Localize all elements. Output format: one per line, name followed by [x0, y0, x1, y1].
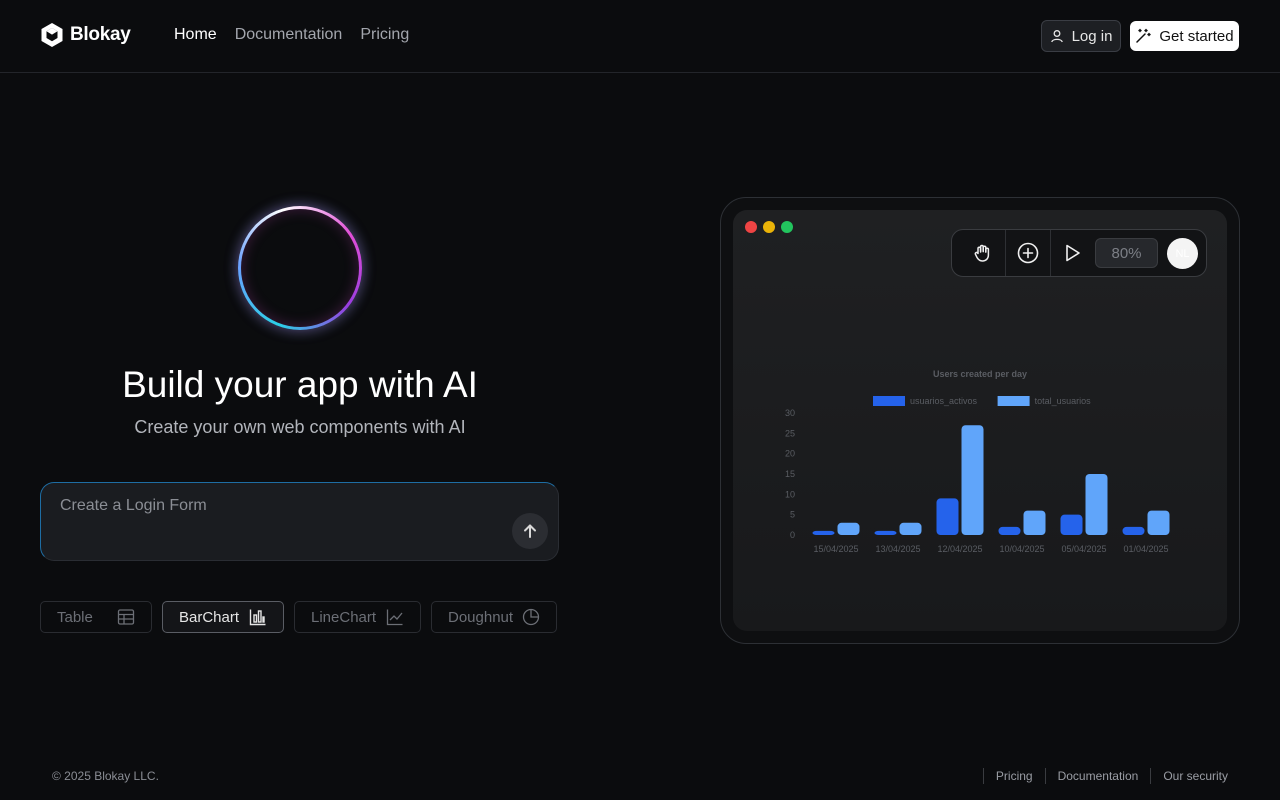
brand-logo[interactable]: Blokay	[40, 22, 131, 48]
y-tick-label: 15	[785, 469, 795, 479]
brand-name: Blokay	[70, 24, 131, 45]
bar-usuarios_activos	[874, 530, 897, 535]
nav-pricing[interactable]: Pricing	[360, 26, 409, 44]
send-button[interactable]	[512, 513, 548, 549]
doughnut-icon	[522, 608, 540, 626]
cube-logo-icon	[41, 23, 63, 47]
legend-swatch	[873, 396, 905, 406]
legend-label: usuarios_activos	[910, 396, 978, 406]
chip-label: Table	[57, 608, 93, 626]
bar-chart-icon	[249, 608, 267, 626]
footer-copyright: © 2025 Blokay LLC.	[52, 769, 159, 783]
bar-total_usuarios	[899, 522, 922, 535]
footer-link-documentation[interactable]: Documentation	[1044, 768, 1138, 784]
chip-label: Doughnut	[448, 608, 514, 626]
x-tick-label: 05/04/2025	[1061, 544, 1106, 554]
bar-total_usuarios	[837, 522, 860, 535]
ai-orb	[238, 206, 362, 330]
x-tick-label: 10/04/2025	[999, 544, 1044, 554]
bar-total_usuarios	[961, 425, 984, 535]
y-tick-label: 0	[790, 530, 795, 540]
chip-linechart[interactable]: LineChart	[294, 601, 421, 633]
y-tick-label: 30	[785, 408, 795, 418]
y-tick-label: 20	[785, 449, 795, 459]
bar-usuarios_activos	[936, 498, 959, 535]
chip-barchart[interactable]: BarChart	[162, 601, 284, 633]
preview-canvas: 80% NL Users created per day usuarios_act…	[733, 210, 1227, 631]
chip-label: LineChart	[311, 608, 377, 626]
get-started-button[interactable]: Get started	[1130, 21, 1239, 51]
component-chips: Table BarChart LineChart Doughnut	[40, 601, 557, 633]
legend-swatch	[997, 396, 1030, 406]
bar-total_usuarios	[1085, 474, 1108, 535]
footer-link-pricing[interactable]: Pricing	[982, 768, 1033, 784]
top-header: Blokay Home Documentation Pricing Log in…	[0, 0, 1280, 73]
bar-usuarios_activos	[1060, 514, 1083, 535]
chip-table[interactable]: Table	[40, 601, 152, 633]
bar-total_usuarios	[1023, 510, 1046, 535]
prompt-input[interactable]	[60, 497, 500, 515]
preview-frame: 80% NL Users created per day usuarios_act…	[720, 197, 1240, 644]
footer-link-security[interactable]: Our security	[1150, 768, 1228, 784]
hero-subtitle: Create your own web components with AI	[134, 417, 466, 437]
y-tick-label: 10	[785, 489, 795, 499]
bar-usuarios_activos	[1122, 526, 1145, 535]
x-tick-label: 01/04/2025	[1123, 544, 1168, 554]
main-nav: Home Documentation Pricing	[174, 26, 409, 44]
login-button[interactable]: Log in	[1041, 20, 1121, 52]
y-tick-label: 5	[790, 510, 795, 520]
hero-title: Build your app with AI	[122, 364, 478, 405]
legend-label: total_usuarios	[1035, 396, 1092, 406]
nav-documentation[interactable]: Documentation	[235, 26, 343, 44]
bar-usuarios_activos	[812, 530, 835, 535]
user-icon	[1050, 30, 1063, 43]
nav-home[interactable]: Home	[174, 26, 217, 44]
get-started-label: Get started	[1159, 27, 1234, 45]
table-icon	[117, 608, 135, 626]
login-label: Log in	[1071, 27, 1113, 45]
bar-total_usuarios	[1147, 510, 1170, 535]
line-chart-icon	[386, 608, 404, 626]
bar-chart: Users created per day usuarios_activos tot…	[785, 369, 1170, 554]
prompt-container	[40, 482, 559, 561]
footer-links: Pricing Documentation Our security	[971, 768, 1228, 784]
chip-label: BarChart	[179, 608, 240, 626]
arrow-up-icon	[524, 524, 536, 538]
bar-usuarios_activos	[998, 526, 1021, 535]
y-tick-label: 25	[785, 428, 795, 438]
magic-wand-icon	[1136, 28, 1152, 43]
chart-title: Users created per day	[933, 369, 1027, 379]
x-tick-label: 15/04/2025	[813, 544, 858, 554]
x-tick-label: 13/04/2025	[875, 544, 920, 554]
chip-doughnut[interactable]: Doughnut	[431, 601, 557, 633]
x-tick-label: 12/04/2025	[937, 544, 982, 554]
